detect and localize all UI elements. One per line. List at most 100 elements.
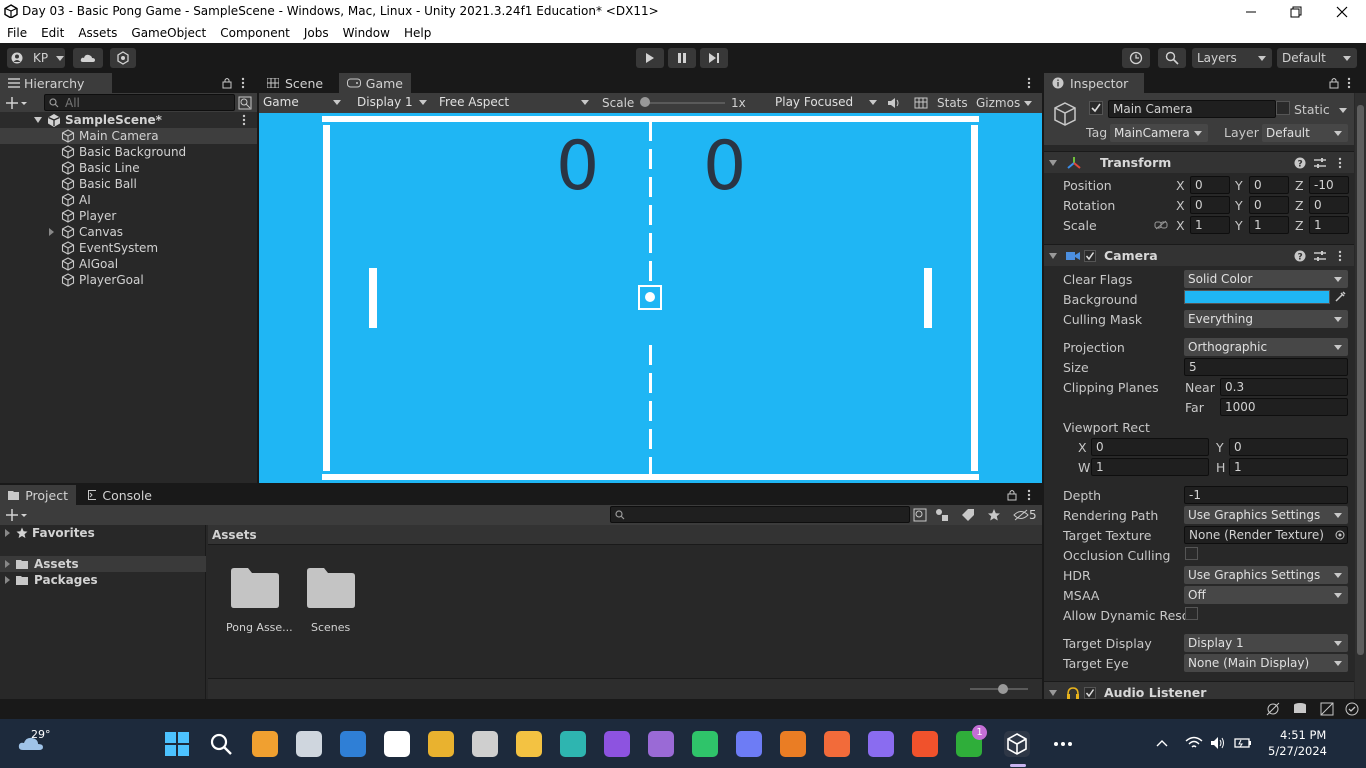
layer-dropdown[interactable]: Default: [1262, 124, 1348, 142]
search-icon[interactable]: [208, 731, 234, 757]
expand-arrow-icon[interactable]: [5, 529, 10, 537]
network-icon[interactable]: [1320, 702, 1334, 716]
hierarchy-item[interactable]: AIGoal: [0, 256, 257, 272]
cache-server-icon[interactable]: [1293, 702, 1307, 716]
viewport-w-input[interactable]: 1: [1091, 458, 1209, 476]
filter-type-icon[interactable]: [935, 508, 949, 522]
xbox-icon[interactable]: 1: [956, 725, 987, 757]
menu-edit[interactable]: Edit: [34, 26, 71, 40]
more-icon[interactable]: [241, 77, 245, 89]
layers-dropdown[interactable]: Layers: [1192, 48, 1272, 68]
object-picker-icon[interactable]: [1335, 530, 1345, 540]
breadcrumb-assets[interactable]: Assets: [212, 528, 257, 542]
cloud-button[interactable]: [73, 48, 103, 68]
scale-slider[interactable]: [641, 102, 725, 104]
camera-header[interactable]: Camera ?: [1044, 244, 1354, 266]
icon-size-thumb[interactable]: [998, 684, 1008, 694]
menu-gameobject[interactable]: GameObject: [124, 26, 213, 40]
transform-scale-z-input[interactable]: 1: [1309, 216, 1349, 234]
tab-game[interactable]: Game: [339, 73, 411, 93]
lock-icon[interactable]: [1329, 77, 1339, 89]
obs-icon[interactable]: [472, 731, 498, 757]
eyedropper-icon[interactable]: [1334, 291, 1346, 303]
tab-inspector[interactable]: Inspector: [1044, 73, 1144, 93]
expand-arrow-icon[interactable]: [1049, 159, 1057, 166]
far-input[interactable]: 1000: [1220, 398, 1348, 416]
expand-arrow-icon[interactable]: [5, 560, 10, 568]
hierarchy-item[interactable]: Canvas: [0, 224, 257, 240]
restore-button[interactable]: [1273, 0, 1319, 23]
tab-project[interactable]: Project: [0, 485, 76, 505]
hierarchy-item[interactable]: Main Camera: [0, 128, 257, 144]
tag-dropdown[interactable]: MainCamera: [1110, 124, 1208, 142]
task-view-icon[interactable]: [296, 731, 322, 757]
audio-listener-checkbox[interactable]: [1084, 686, 1096, 699]
wifi-icon[interactable]: [1185, 736, 1203, 750]
more-icon[interactable]: [1338, 157, 1342, 169]
search-by-type-icon[interactable]: [913, 508, 927, 522]
chevron-down-icon[interactable]: [1339, 108, 1347, 113]
depth-input[interactable]: -1: [1184, 486, 1348, 504]
more-icon[interactable]: [1347, 77, 1351, 89]
aspect-dropdown[interactable]: Free Aspect: [435, 93, 595, 111]
static-checkbox[interactable]: [1276, 101, 1290, 115]
viewport-x-input[interactable]: 0: [1091, 438, 1209, 456]
transform-rotation-y-input[interactable]: 0: [1249, 196, 1289, 214]
near-input[interactable]: 0.3: [1220, 378, 1348, 396]
expand-arrow-icon[interactable]: [1049, 689, 1057, 696]
layout-dropdown[interactable]: Default: [1277, 48, 1357, 68]
visual-studio-icon[interactable]: [648, 731, 674, 757]
more-icon[interactable]: [242, 114, 246, 126]
presets-icon[interactable]: [1314, 157, 1326, 169]
star-icon[interactable]: [987, 508, 1001, 522]
edge-icon[interactable]: [560, 731, 586, 757]
expand-arrow-icon[interactable]: [1049, 252, 1057, 259]
more-icon[interactable]: [1027, 489, 1031, 501]
transform-header[interactable]: Transform ?: [1044, 151, 1354, 173]
postman-icon[interactable]: [824, 731, 850, 757]
collab-button[interactable]: [110, 48, 136, 68]
expand-arrow-icon[interactable]: [49, 228, 54, 236]
active-checkbox[interactable]: [1089, 101, 1103, 115]
add-icon[interactable]: [6, 509, 28, 521]
tab-console[interactable]: Console: [80, 485, 160, 505]
transform-position-z-input[interactable]: -10: [1309, 176, 1349, 194]
clock-time[interactable]: 4:51 PM: [1280, 728, 1326, 742]
step-button[interactable]: [700, 48, 728, 68]
capcut-icon[interactable]: [384, 731, 410, 757]
play-button[interactable]: [636, 48, 664, 68]
background-color-swatch[interactable]: [1184, 290, 1330, 304]
tree-packages[interactable]: Packages: [0, 572, 206, 588]
hierarchy-search-input[interactable]: All: [44, 94, 235, 111]
chrome-icon[interactable]: [428, 731, 454, 757]
target-display-dropdown[interactable]: Display 1: [1184, 634, 1348, 652]
folder-pong-assets[interactable]: Pong Asse...: [226, 565, 293, 635]
pause-button[interactable]: [668, 48, 696, 68]
viewport-h-input[interactable]: 1: [1229, 458, 1348, 476]
help-icon[interactable]: ?: [1294, 157, 1306, 169]
hierarchy-item[interactable]: Player: [0, 208, 257, 224]
hierarchy-item[interactable]: Basic Ball: [0, 176, 257, 192]
blender-icon[interactable]: [780, 731, 806, 757]
hierarchy-item[interactable]: Basic Background: [0, 144, 257, 160]
history-button[interactable]: [1122, 48, 1150, 68]
menu-assets[interactable]: Assets: [71, 26, 124, 40]
dynamic-resolution-checkbox[interactable]: [1185, 607, 1198, 620]
game-viewport[interactable]: 0 0: [259, 113, 1042, 483]
minimize-button[interactable]: [1228, 0, 1274, 23]
transform-position-y-input[interactable]: 0: [1249, 176, 1289, 194]
grid-icon[interactable]: [914, 97, 928, 109]
chevron-down-icon[interactable]: [1024, 101, 1032, 106]
tab-hierarchy[interactable]: Hierarchy: [0, 73, 112, 93]
constrain-proportions-icon[interactable]: [1154, 220, 1168, 230]
gizmos-button[interactable]: Gizmos: [976, 96, 1020, 110]
file-explorer-icon[interactable]: [516, 731, 542, 757]
more-icon[interactable]: [1027, 77, 1031, 89]
camera-enabled-checkbox[interactable]: [1084, 249, 1096, 262]
hidden-eye-icon[interactable]: [1013, 509, 1029, 521]
vscode-icon[interactable]: [340, 731, 366, 757]
search-button[interactable]: [1158, 48, 1186, 68]
lock-icon[interactable]: [222, 77, 232, 89]
rendering-path-dropdown[interactable]: Use Graphics Settings: [1184, 506, 1348, 524]
scene-search-icon[interactable]: [238, 96, 252, 110]
